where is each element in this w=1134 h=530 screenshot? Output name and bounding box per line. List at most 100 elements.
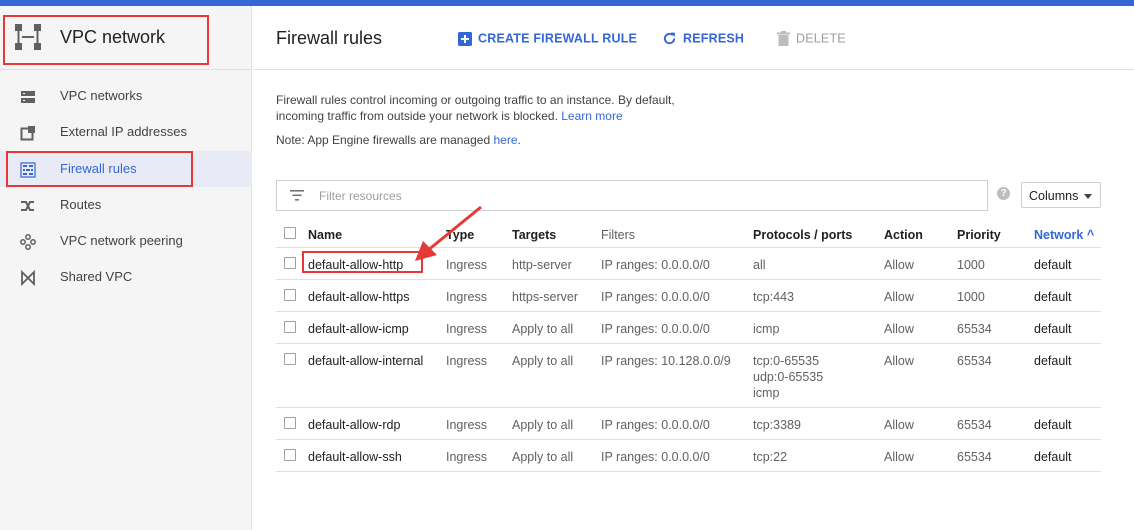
cell-type: Ingress	[446, 450, 487, 464]
table-row[interactable]: default-allow-rdp Ingress Apply to all IP r…	[276, 408, 1101, 440]
protocol-port: tcp:0-65535	[753, 354, 820, 368]
cell-type: Ingress	[446, 322, 487, 336]
cell-priority: 65534	[957, 354, 992, 368]
filter-bar[interactable]: Filter resources	[276, 180, 988, 211]
cell-action: Allow	[884, 322, 914, 336]
cell-priority: 1000	[957, 290, 985, 304]
protocol-port: tcp:443	[753, 290, 795, 304]
cell-type: Ingress	[446, 290, 487, 304]
cell-protocols: icmp	[753, 321, 779, 337]
protocol-port: tcp:3389	[753, 418, 801, 432]
delete-button[interactable]: DELETE	[777, 31, 846, 47]
cell-priority: 1000	[957, 258, 985, 272]
cell-filters: IP ranges: 0.0.0.0/0	[601, 418, 710, 432]
columns-dropdown[interactable]: Columns	[1021, 182, 1101, 208]
select-all-checkbox[interactable]	[284, 227, 296, 239]
sidebar-item-routes[interactable]: Routes	[0, 187, 252, 223]
col-network[interactable]: Network ^	[1034, 228, 1094, 242]
main-header: Firewall rules CREATE FIREWALL RULE REFR…	[253, 6, 1134, 70]
cell-protocols: tcp:0-65535 udp:0-65535 icmp	[753, 353, 823, 401]
sidebar-item-label: VPC networks	[60, 88, 143, 103]
cell-type: Ingress	[446, 354, 487, 368]
cell-filters: IP ranges: 0.0.0.0/0	[601, 290, 710, 304]
cell-filters: IP ranges: 0.0.0.0/0	[601, 258, 710, 272]
cell-protocols: tcp:22	[753, 449, 787, 465]
protocol-port: icmp	[753, 322, 780, 336]
cell-name[interactable]: default-allow-icmp	[308, 321, 409, 337]
row-checkbox[interactable]	[284, 289, 296, 301]
refresh-icon	[663, 32, 676, 45]
col-name[interactable]: Name	[308, 228, 342, 242]
cell-network: default	[1034, 354, 1072, 368]
page-title: Firewall rules	[276, 28, 383, 48]
col-action[interactable]: Action	[884, 228, 923, 242]
description: Firewall rules control incoming or outgo…	[276, 92, 675, 124]
row-checkbox[interactable]	[284, 449, 296, 461]
table-row[interactable]: default-allow-ssh Ingress Apply to all IP r…	[276, 440, 1101, 472]
trash-icon	[777, 31, 790, 47]
row-checkbox[interactable]	[284, 417, 296, 429]
cell-filters: IP ranges: 10.128.0.0/9	[601, 354, 731, 368]
col-protocols[interactable]: Protocols / ports	[753, 228, 852, 242]
cell-name[interactable]: default-allow-https	[308, 289, 409, 305]
sidebar-item-vpc-networks[interactable]: VPC networks	[0, 78, 252, 114]
cell-network: default	[1034, 322, 1072, 336]
row-checkbox[interactable]	[284, 257, 296, 269]
sidebar-item-label: Routes	[60, 197, 102, 212]
cell-targets: https-server	[512, 290, 578, 304]
cell-protocols: all	[753, 257, 766, 273]
peering-icon	[20, 234, 36, 250]
help-icon[interactable]: ?	[997, 187, 1010, 200]
row-checkbox[interactable]	[284, 353, 296, 365]
learn-more-link[interactable]: Learn more	[561, 109, 622, 123]
protocol-port: icmp	[753, 386, 780, 400]
sidebar: VPC network VPC networks External IP add…	[0, 6, 252, 530]
sidebar-item-vpc-network-peering[interactable]: VPC network peering	[0, 223, 252, 259]
cell-filters: IP ranges: 0.0.0.0/0	[601, 450, 710, 464]
cell-priority: 65534	[957, 450, 992, 464]
cell-name[interactable]: default-allow-internal	[308, 353, 423, 369]
app-engine-note: Note: App Engine firewalls are managed h…	[276, 133, 521, 147]
cell-targets: Apply to all	[512, 354, 574, 368]
filter-input[interactable]: Filter resources	[319, 189, 402, 203]
table-header: Name Type Targets Filters Protocols / po…	[276, 220, 1101, 248]
description-line2: incoming traffic from outside your netwo…	[276, 109, 623, 123]
protocol-port: tcp:22	[753, 450, 788, 464]
cell-name[interactable]: default-allow-rdp	[308, 417, 400, 433]
cell-name[interactable]: default-allow-ssh	[308, 449, 402, 465]
sidebar-item-label: External IP addresses	[60, 124, 187, 139]
cell-network: default	[1034, 258, 1072, 272]
col-priority[interactable]: Priority	[957, 228, 1001, 242]
refresh-button[interactable]: REFRESH	[662, 31, 744, 46]
cell-protocols: tcp:3389	[753, 417, 801, 433]
add-box-icon	[458, 31, 472, 46]
col-targets[interactable]: Targets	[512, 228, 556, 242]
table-row[interactable]: default-allow-https Ingress https-server IP…	[276, 280, 1101, 312]
cell-action: Allow	[884, 258, 914, 272]
protocol-port: udp:0-65535	[753, 370, 824, 384]
shared-vpc-icon	[21, 270, 35, 286]
row-checkbox[interactable]	[284, 321, 296, 333]
cell-targets: Apply to all	[512, 418, 574, 432]
description-line1: Firewall rules control incoming or outgo…	[276, 93, 675, 107]
col-filters: Filters	[601, 228, 636, 242]
sidebar-item-shared-vpc[interactable]: Shared VPC	[0, 259, 252, 295]
annotation-arrow-icon	[415, 205, 482, 261]
cell-targets: http-server	[512, 258, 572, 272]
cell-protocols: tcp:443	[753, 289, 794, 305]
here-link[interactable]: here	[493, 133, 517, 147]
cell-filters: IP ranges: 0.0.0.0/0	[601, 322, 710, 336]
filter-list-icon	[290, 190, 304, 201]
table-row[interactable]: default-allow-internal Ingress Apply to al…	[276, 344, 1101, 408]
annotation-box-title	[3, 15, 209, 65]
cell-network: default	[1034, 290, 1072, 304]
table-row[interactable]: default-allow-icmp Ingress Apply to all IP …	[276, 312, 1101, 344]
sidebar-item-external-ip[interactable]: External IP addresses	[0, 114, 252, 150]
cell-network: default	[1034, 418, 1072, 432]
create-firewall-rule-button[interactable]: CREATE FIREWALL RULE	[458, 31, 637, 46]
sidebar-item-label: VPC network peering	[60, 233, 183, 248]
protocol-port: all	[753, 258, 766, 272]
cell-priority: 65534	[957, 418, 992, 432]
external-ip-icon	[20, 126, 35, 141]
cell-targets: Apply to all	[512, 450, 574, 464]
